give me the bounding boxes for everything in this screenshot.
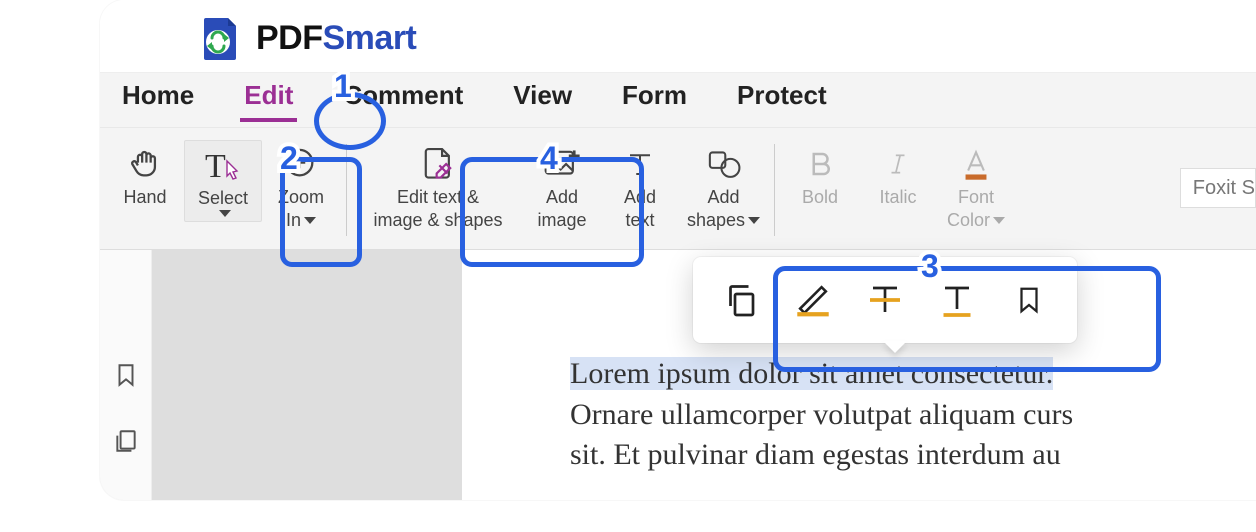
- bookmark-panel-button[interactable]: [113, 360, 139, 390]
- caret-down-icon: [304, 217, 316, 224]
- add-shapes-label-2: shapes: [687, 210, 745, 230]
- font-family-select[interactable]: Foxit S: [1180, 168, 1256, 208]
- annotation-number-3: 3: [921, 248, 939, 285]
- brand-logo: [196, 14, 244, 62]
- brand-text: PDFSmart: [256, 19, 416, 58]
- page-gutter: [152, 250, 462, 500]
- text-selection-toolbar: [693, 257, 1077, 343]
- document-line[interactable]: Ornare ullamcorper volutpat aliquam curs: [462, 395, 1256, 436]
- text-icon: [625, 144, 655, 184]
- shapes-icon: [706, 144, 742, 184]
- font-color-label-2: Color: [947, 210, 990, 230]
- document-page[interactable]: Lorem ipsum dolor sit amet consectetur. …: [462, 250, 1256, 500]
- ribbon-separator: [346, 144, 347, 236]
- hand-icon: [128, 144, 162, 184]
- select-cursor-icon: T: [201, 145, 245, 185]
- hand-tool-button[interactable]: Hand: [106, 140, 184, 213]
- italic-icon: [885, 144, 911, 184]
- tab-protect[interactable]: Protect: [733, 70, 831, 121]
- svg-text:T: T: [205, 148, 226, 183]
- annotation-number-4: 4: [540, 140, 558, 177]
- add-shapes-label-1: Add: [708, 186, 740, 209]
- zoom-in-label-1: Zoom: [278, 186, 324, 209]
- document-area: Lorem ipsum dolor sit amet consectetur. …: [100, 250, 1256, 500]
- bookmark-icon: [1014, 282, 1044, 318]
- italic-label: Italic: [880, 186, 917, 209]
- underline-button[interactable]: [933, 276, 981, 324]
- italic-button[interactable]: Italic: [859, 140, 937, 213]
- font-family-value: Foxit S: [1193, 177, 1255, 200]
- tab-comment[interactable]: Comment: [339, 70, 467, 121]
- brand-bold: PDF: [256, 19, 323, 57]
- copy-button[interactable]: [717, 276, 765, 324]
- annotation-number-1: 1: [334, 68, 352, 105]
- main-tabs: Home Edit Comment View Form Protect: [100, 72, 1256, 128]
- brand-bar: PDFSmart: [100, 0, 1256, 72]
- font-color-button[interactable]: Font Color: [937, 140, 1015, 235]
- bold-label: Bold: [802, 186, 838, 209]
- add-image-label-2: image: [537, 209, 586, 232]
- tab-view[interactable]: View: [509, 70, 576, 121]
- app-window: PDFSmart Home Edit Comment View Form Pro…: [100, 0, 1256, 500]
- bookmark-icon: [113, 360, 139, 390]
- underline-icon: [939, 282, 975, 318]
- caret-down-icon: [748, 217, 760, 224]
- font-color-label-1: Font: [958, 186, 994, 209]
- strikethrough-button[interactable]: [861, 276, 909, 324]
- bookmark-button[interactable]: [1005, 276, 1053, 324]
- document-line[interactable]: sit. Et pulvinar diam egestas interdum a…: [462, 435, 1256, 476]
- copy-icon: [723, 282, 759, 318]
- tab-edit[interactable]: Edit: [240, 70, 297, 121]
- pages-panel-button[interactable]: [113, 426, 139, 456]
- highlighter-icon: [793, 282, 833, 318]
- add-text-button[interactable]: Add text: [601, 140, 679, 235]
- highlight-button[interactable]: [789, 276, 837, 324]
- ribbon-separator: [774, 144, 775, 236]
- side-rail: [100, 250, 152, 500]
- add-image-label-1: Add: [546, 186, 578, 209]
- add-image-button[interactable]: Add image: [523, 140, 601, 235]
- add-text-label-1: Add: [624, 186, 656, 209]
- select-label: Select: [198, 187, 248, 210]
- edit-label-1: Edit text &: [397, 186, 479, 209]
- ribbon-toolbar: Hand T Select Zoom In: [100, 128, 1256, 250]
- select-tool-button[interactable]: T Select: [184, 140, 262, 222]
- zoom-in-label-2: In: [286, 210, 301, 230]
- add-shapes-button[interactable]: Add shapes: [679, 140, 768, 235]
- strikethrough-icon: [867, 282, 903, 318]
- caret-down-icon: [993, 217, 1005, 224]
- hand-label: Hand: [123, 186, 166, 209]
- brand-accent: Smart: [323, 19, 417, 57]
- caret-down-icon: [219, 210, 231, 217]
- page-edit-icon: [419, 144, 457, 184]
- tab-home[interactable]: Home: [118, 70, 198, 121]
- annotation-number-2: 2: [280, 140, 298, 177]
- tab-form[interactable]: Form: [618, 70, 691, 121]
- add-text-label-2: text: [625, 209, 654, 232]
- edit-text-image-shapes-button[interactable]: Edit text & image & shapes: [353, 140, 523, 235]
- document-line[interactable]: Lorem ipsum dolor sit amet consectetur.: [462, 354, 1256, 395]
- font-color-icon: [960, 144, 992, 184]
- bold-button[interactable]: Bold: [781, 140, 859, 213]
- zoom-in-button[interactable]: Zoom In: [262, 140, 340, 235]
- bold-icon: [805, 144, 835, 184]
- edit-label-2: image & shapes: [373, 209, 502, 232]
- pages-icon: [113, 426, 139, 456]
- selected-text: Lorem ipsum dolor sit amet consectetur.: [570, 357, 1053, 390]
